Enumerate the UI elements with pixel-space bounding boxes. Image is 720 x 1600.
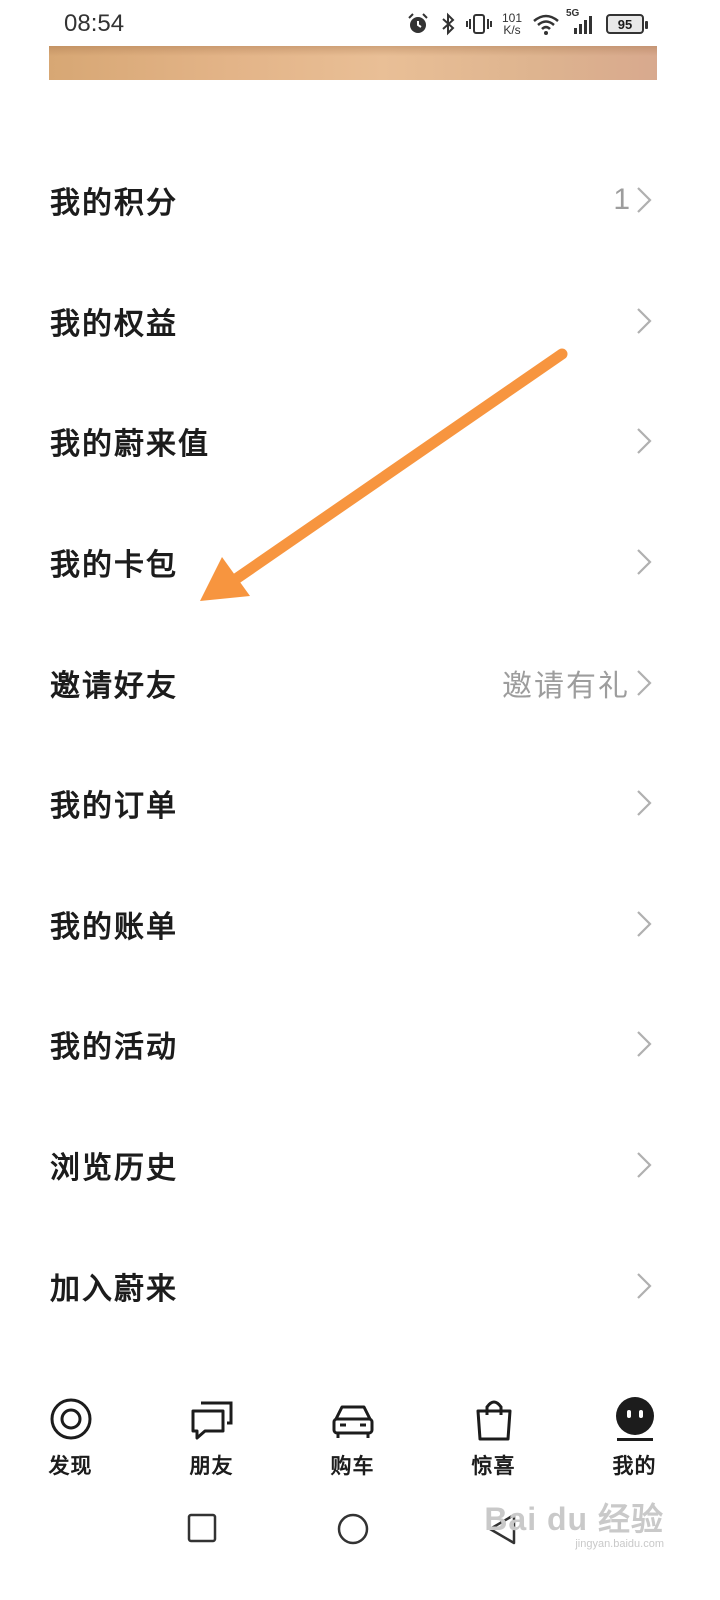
network-type: 5G bbox=[566, 8, 580, 19]
chevron-right-icon bbox=[637, 911, 652, 937]
watermark: Bai du 经验 jingyan.baidu.com bbox=[484, 1494, 664, 1550]
menu-item-join-nio[interactable]: 加入蔚来 bbox=[0, 1225, 720, 1346]
chevron-right-icon bbox=[637, 1152, 652, 1178]
tab-label: 我的 bbox=[612, 1453, 657, 1478]
alarm-icon bbox=[406, 12, 430, 36]
bluetooth-icon bbox=[440, 12, 456, 36]
tab-mine[interactable]: 我的 bbox=[564, 1396, 705, 1486]
menu-item-value: 1 bbox=[613, 183, 630, 217]
chevron-right-icon bbox=[637, 308, 652, 334]
bottom-tab-bar: 发现 朋友 购车 惊喜 我的 bbox=[0, 1396, 720, 1486]
menu-item-label: 我的卡包 bbox=[50, 548, 178, 584]
menu-item-nio-value[interactable]: 我的蔚来值 bbox=[0, 381, 720, 502]
discover-icon bbox=[48, 1396, 94, 1442]
menu-item-label: 我的活动 bbox=[50, 1030, 178, 1066]
tab-label: 购车 bbox=[330, 1453, 375, 1478]
menu-item-label: 我的权益 bbox=[50, 306, 178, 342]
shopping-bag-icon bbox=[471, 1396, 517, 1442]
battery-icon: 95 bbox=[606, 14, 648, 34]
menu-item-value: 邀请有礼 bbox=[502, 668, 630, 704]
home-circle-icon[interactable] bbox=[336, 1512, 370, 1546]
network-speed-unit: K/s bbox=[503, 23, 521, 37]
chevron-right-icon bbox=[637, 187, 652, 214]
tab-label: 朋友 bbox=[189, 1453, 234, 1478]
menu-item-label: 我的积分 bbox=[50, 186, 178, 222]
menu-item-benefits[interactable]: 我的权益 bbox=[0, 261, 720, 382]
battery-level: 95 bbox=[617, 16, 633, 32]
cellular-signal-icon: 5G bbox=[566, 8, 596, 36]
chevron-right-icon bbox=[637, 1031, 652, 1058]
chevron-right-icon bbox=[637, 790, 652, 817]
status-time: 08:54 bbox=[64, 10, 125, 37]
menu-item-label: 浏览历史 bbox=[50, 1151, 178, 1187]
car-icon bbox=[330, 1396, 376, 1442]
tab-label: 发现 bbox=[48, 1453, 93, 1478]
network-speed: 101 K/s bbox=[502, 12, 522, 36]
menu-item-browse-history[interactable]: 浏览历史 bbox=[0, 1105, 720, 1226]
menu-item-label: 我的蔚来值 bbox=[50, 427, 210, 463]
wifi-icon bbox=[532, 12, 560, 36]
menu-item-orders[interactable]: 我的订单 bbox=[0, 743, 720, 864]
chat-icon bbox=[189, 1396, 235, 1442]
tab-label: 惊喜 bbox=[471, 1453, 516, 1478]
profile-face-icon bbox=[612, 1396, 658, 1442]
header-banner-image bbox=[49, 46, 657, 80]
menu-item-label: 加入蔚来 bbox=[50, 1271, 178, 1307]
menu-item-invite-friends[interactable]: 邀请好友 邀请有礼 bbox=[0, 622, 720, 743]
chevron-right-icon bbox=[637, 428, 652, 455]
menu-item-activities[interactable]: 我的活动 bbox=[0, 984, 720, 1105]
tab-friends[interactable]: 朋友 bbox=[141, 1396, 282, 1486]
menu-item-label: 邀请好友 bbox=[50, 668, 178, 704]
tab-buy-car[interactable]: 购车 bbox=[282, 1396, 423, 1486]
menu-item-bills[interactable]: 我的账单 bbox=[0, 864, 720, 985]
chevron-right-icon bbox=[637, 549, 652, 575]
menu-item-label: 我的账单 bbox=[50, 909, 178, 945]
chevron-right-icon bbox=[637, 669, 652, 696]
menu-item-card-wallet[interactable]: 我的卡包 bbox=[0, 502, 720, 623]
recents-square-icon[interactable] bbox=[186, 1512, 218, 1544]
tab-discover[interactable]: 发现 bbox=[0, 1396, 141, 1486]
status-bar: 08:54 101 K/s 5G 95 bbox=[0, 0, 720, 48]
menu-item-label: 我的订单 bbox=[50, 789, 178, 825]
watermark-main: Bai du 经验 bbox=[484, 1501, 664, 1537]
tab-surprise[interactable]: 惊喜 bbox=[423, 1396, 564, 1486]
chevron-right-icon bbox=[637, 1272, 652, 1299]
profile-menu-list: 我的积分 1 我的权益 我的蔚来值 我的卡包 邀请好友 邀请有礼 我的订单 我的… bbox=[0, 140, 720, 1346]
vibrate-icon bbox=[465, 12, 492, 36]
menu-item-points[interactable]: 我的积分 1 bbox=[0, 140, 720, 261]
status-icons: 101 K/s 5G 95 bbox=[406, 8, 648, 40]
